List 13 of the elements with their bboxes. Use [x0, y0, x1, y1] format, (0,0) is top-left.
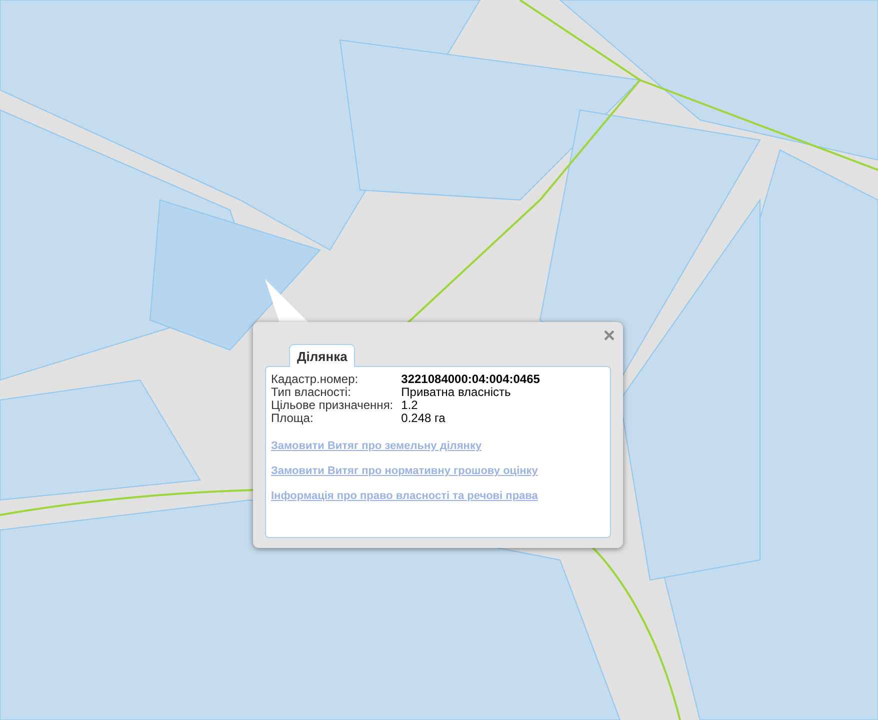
field-label: Цільове призначення: — [271, 399, 394, 412]
field-value: 3221084000:04:004:0465 — [401, 373, 541, 386]
close-button[interactable]: × — [603, 326, 615, 346]
field-label: Тип власності: — [271, 386, 351, 399]
order-link[interactable]: Замовити Витяг про нормативну грошову оцінку — [271, 465, 538, 477]
order-link[interactable]: Замовити Витяг про земельну ділянку — [271, 440, 482, 452]
field-label: Площа: — [271, 412, 314, 425]
field-value: 1.2 — [401, 399, 418, 412]
field-value: Приватна власність — [401, 386, 512, 399]
order-link[interactable]: Інформація про право власності та речові права — [271, 490, 538, 502]
tab[interactable]: Ділянка — [289, 344, 356, 367]
field-label: Кадастр.номер: — [271, 373, 360, 386]
field-value: 0.248 га — [401, 412, 446, 425]
